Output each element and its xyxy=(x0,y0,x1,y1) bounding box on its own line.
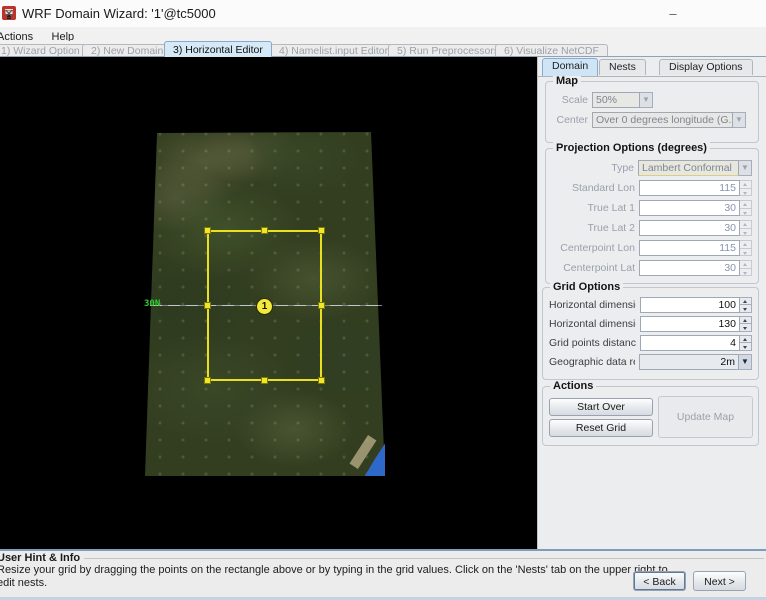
dimension-y-label: Horizontal dimension Y xyxy=(549,318,636,330)
chevron-down-icon: ▼ xyxy=(739,160,752,176)
tab-domain[interactable]: Domain xyxy=(542,58,598,76)
dimension-y-spinner[interactable]: 130 xyxy=(640,316,740,332)
grid-handle-s[interactable] xyxy=(261,377,268,384)
dimension-x-label: Horizontal dimension X xyxy=(549,299,636,311)
projection-type-label: Type xyxy=(552,162,634,174)
hint-divider xyxy=(84,558,764,559)
latitude-label: 30N xyxy=(144,299,160,309)
tab-nests[interactable]: Nests xyxy=(599,59,646,75)
actions-title: Actions xyxy=(550,380,596,392)
spinner-arrows-icon xyxy=(740,260,752,276)
start-over-button[interactable]: Start Over xyxy=(549,398,653,416)
panel-tab-bar: Domain Nests Display Options xyxy=(538,57,766,77)
chevron-down-icon: ▼ xyxy=(733,112,746,128)
centerpoint-lon-label: Centerpoint Lon xyxy=(552,242,635,254)
projection-group-title: Projection Options (degrees) xyxy=(553,142,710,154)
map-group-title: Map xyxy=(553,75,581,87)
center-combobox: Over 0 degrees longitude (G... xyxy=(592,112,733,128)
update-map-button: Update Map xyxy=(658,396,753,438)
scale-label: Scale xyxy=(552,94,588,106)
back-button[interactable]: < Back xyxy=(633,571,686,591)
tab-horizontal-editor[interactable]: 3) Horizontal Editor xyxy=(164,41,272,57)
domain-panel: Domain Nests Display Options Map Scale 5… xyxy=(537,57,766,549)
true-lat2-spinner: 30 xyxy=(639,220,740,236)
spinner-arrows-icon xyxy=(740,200,752,216)
window-title: WRF Domain Wizard: '1'@tc5000 xyxy=(22,6,216,21)
true-lat1-spinner: 30 xyxy=(639,200,740,216)
centerpoint-lat-spinner: 30 xyxy=(639,260,740,276)
spinner-arrows-icon xyxy=(740,220,752,236)
app-window: WRF Domain Wizard: '1'@tc5000 – □ ✕ Acti… xyxy=(0,0,766,600)
map-group: Map Scale 50% ▼ Center Over 0 degrees lo… xyxy=(545,81,759,143)
dimension-x-spinner[interactable]: 100 xyxy=(640,297,740,313)
grid-handle-sw[interactable] xyxy=(204,377,211,384)
minimize-icon[interactable]: – xyxy=(656,0,690,27)
projection-type-combobox: Lambert Conformal xyxy=(638,160,739,176)
menu-bar: Actions Help xyxy=(0,27,766,41)
close-icon[interactable]: ✕ xyxy=(0,0,26,27)
spinner-arrows-icon[interactable] xyxy=(740,316,752,332)
grid-distance-spinner[interactable]: 4 xyxy=(640,335,740,351)
actions-group: Actions Start Over Reset Grid Update Map xyxy=(542,386,759,446)
true-lat2-label: True Lat 2 xyxy=(552,222,635,234)
hint-title: User Hint & Info xyxy=(0,552,84,564)
chevron-down-icon: ▼ xyxy=(640,92,653,108)
map-canvas[interactable]: 30N 1 xyxy=(0,57,537,549)
geo-resolution-label: Geographic data resolut... xyxy=(549,356,635,368)
grid-handle-n[interactable] xyxy=(261,227,268,234)
true-lat1-label: True Lat 1 xyxy=(552,202,635,214)
grid-distance-label: Grid points distance (km) xyxy=(549,337,636,349)
grid-handle-w[interactable] xyxy=(204,302,211,309)
geo-resolution-combobox[interactable]: 2m xyxy=(639,354,739,370)
wizard-tab-strip: 1) Wizard Option 2) New Domain 3) Horizo… xyxy=(0,41,766,57)
standard-lon-label: Standard Lon xyxy=(552,182,635,194)
spinner-arrows-icon[interactable] xyxy=(740,335,752,351)
standard-lon-spinner: 115 xyxy=(639,180,740,196)
projection-group: Projection Options (degrees) Type Lamber… xyxy=(545,148,759,284)
spinner-arrows-icon xyxy=(740,240,752,256)
user-hint-panel: User Hint & Info Resize your grid by dra… xyxy=(0,549,766,600)
scale-combobox: 50% xyxy=(592,92,640,108)
centerpoint-lon-spinner: 115 xyxy=(639,240,740,256)
spinner-arrows-icon[interactable] xyxy=(740,297,752,313)
centerpoint-lat-label: Centerpoint Lat xyxy=(552,262,635,274)
tab-display-options[interactable]: Display Options xyxy=(659,59,753,75)
spinner-arrows-icon xyxy=(740,180,752,196)
grid-handle-nw[interactable] xyxy=(204,227,211,234)
title-bar: WRF Domain Wizard: '1'@tc5000 – □ ✕ xyxy=(0,0,766,28)
grid-options-group: Grid Options Horizontal dimension X 100 … xyxy=(542,287,759,380)
grid-options-title: Grid Options xyxy=(550,281,623,293)
grid-handle-e[interactable] xyxy=(318,302,325,309)
chevron-down-icon[interactable]: ▼ xyxy=(739,354,752,370)
center-label: Center xyxy=(552,114,588,126)
next-button[interactable]: Next > xyxy=(693,571,746,591)
reset-grid-button[interactable]: Reset Grid xyxy=(549,419,653,437)
domain-marker[interactable]: 1 xyxy=(256,298,273,315)
grid-handle-ne[interactable] xyxy=(318,227,325,234)
grid-handle-se[interactable] xyxy=(318,377,325,384)
